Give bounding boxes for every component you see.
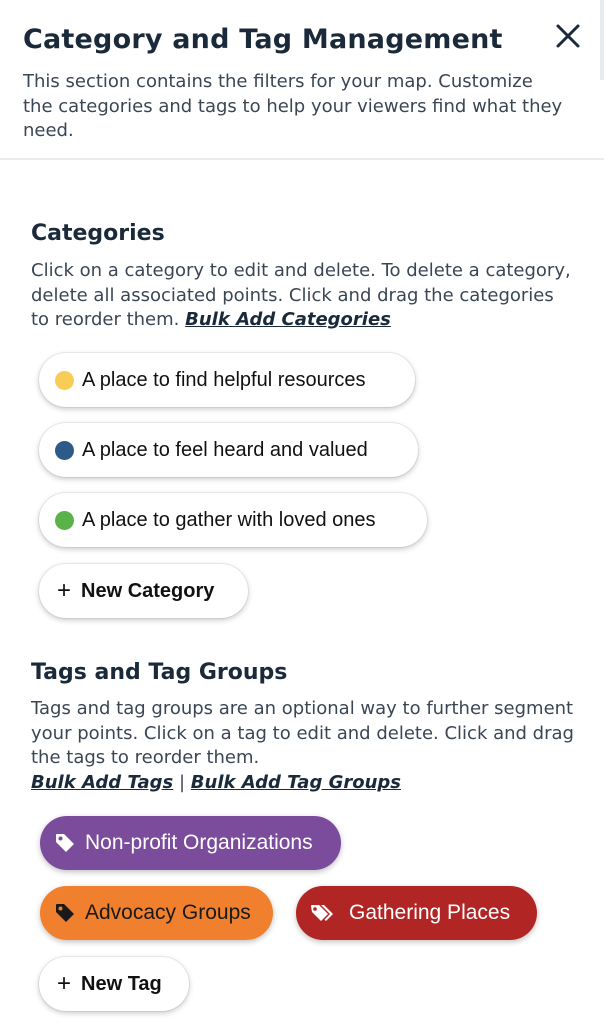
tags-icon [311,905,333,921]
tag-label: Gathering Places [349,901,511,924]
tag-icon [56,834,74,852]
bulk-add-categories-link[interactable]: Bulk Add Categories [185,309,391,330]
tag-icon [56,904,74,922]
close-button[interactable] [550,18,586,54]
scroll-edge [600,0,604,80]
panel-description: This section contains the filters for yo… [23,71,563,141]
tag-item[interactable]: Advocacy Groups [40,886,273,940]
tags-title: Tags and Tag Groups [31,660,288,685]
tags-description: Tags and tag groups are an optional way … [31,697,576,795]
plus-icon: + [57,970,72,997]
bulk-add-tags-link[interactable]: Bulk Add Tags [31,772,173,793]
category-label: A place to find helpful resources [82,368,366,391]
new-tag-label: New Tag [81,972,162,995]
category-label: A place to feel heard and valued [82,438,368,461]
category-color-dot [55,510,74,530]
categories-title: Categories [31,221,165,246]
panel-title: Category and Tag Management [23,24,503,55]
category-color-dot [55,440,74,460]
tag-label: Advocacy Groups [85,901,251,924]
tags-description-text: Tags and tag groups are an optional way … [31,698,574,768]
tag-group-item[interactable]: Gathering Places [296,886,537,940]
close-icon [556,24,580,48]
category-item[interactable]: A place to feel heard and valued [39,423,418,477]
tag-item[interactable]: Non-profit Organizations [40,816,341,870]
link-separator: | [178,771,186,793]
category-label: A place to gather with loved ones [82,508,376,531]
new-tag-button[interactable]: + New Tag [39,957,189,1011]
new-category-label: New Category [81,579,215,602]
category-item[interactable]: A place to find helpful resources [39,353,415,407]
new-category-button[interactable]: + New Category [39,564,248,618]
category-item[interactable]: A place to gather with loved ones [39,493,427,547]
bulk-add-tag-groups-link[interactable]: Bulk Add Tag Groups [191,772,401,793]
tag-label: Non-profit Organizations [85,831,313,854]
category-color-dot [55,370,74,390]
plus-icon: + [57,577,72,604]
categories-description: Click on a category to edit and delete. … [31,259,576,333]
panel-header: Category and Tag Management This section… [0,0,604,160]
